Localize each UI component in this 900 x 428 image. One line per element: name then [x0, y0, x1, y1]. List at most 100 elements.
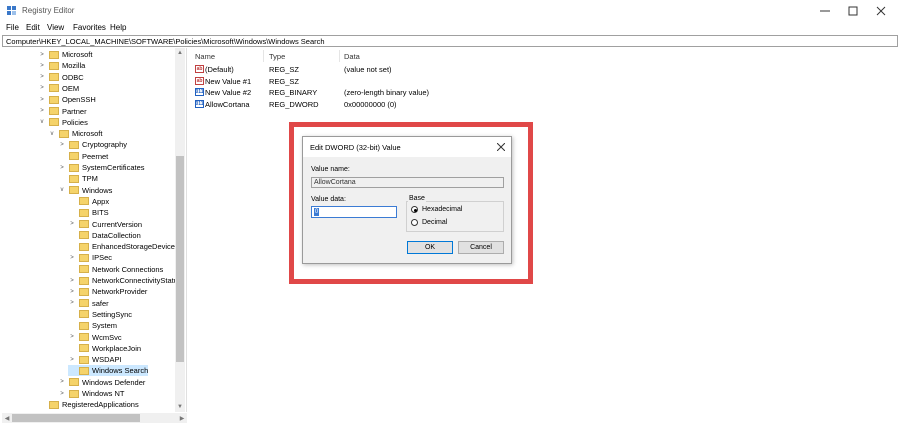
chevron-right-icon[interactable]: > — [58, 390, 66, 398]
tree-item[interactable]: BITS — [68, 207, 109, 218]
tree-item[interactable]: SettingSync — [68, 309, 132, 320]
folder-icon — [49, 107, 59, 115]
tree-item[interactable]: WorkplaceJoin — [68, 343, 141, 354]
tree-item-label: ODBC — [62, 72, 84, 82]
folder-icon — [69, 163, 79, 172]
scroll-left-icon[interactable]: ◀ — [2, 413, 12, 423]
menu-edit[interactable]: Edit — [26, 23, 40, 32]
tree-item[interactable]: > ODBC — [38, 72, 84, 83]
close-button[interactable] — [866, 0, 896, 22]
chevron-right-icon[interactable]: > — [68, 299, 76, 307]
folder-icon — [79, 231, 89, 240]
tree-item[interactable]: v Windows — [58, 185, 113, 196]
tree-item[interactable]: EnhancedStorageDevices — [68, 241, 179, 252]
tree-item[interactable]: TPM — [58, 173, 98, 184]
scrollbar-thumb[interactable] — [12, 414, 140, 422]
tree-item[interactable]: > NetworkConnectivityStatu — [68, 275, 178, 286]
value-row[interactable]: 011 AllowCortana REG_DWORD 0x00000000 (0) — [189, 98, 889, 110]
cancel-button[interactable]: Cancel — [458, 241, 504, 254]
chevron-right-icon[interactable]: > — [38, 73, 46, 81]
tree-item[interactable]: DataCollection — [68, 230, 141, 241]
value-row[interactable]: 011 New Value #2 REG_BINARY (zero-length bi… — [189, 86, 889, 98]
folder-icon — [79, 276, 89, 285]
dialog-close-button[interactable] — [495, 141, 507, 153]
tree-item[interactable]: > OEM — [38, 83, 79, 94]
value-name-cell: AllowCortana — [205, 99, 250, 109]
chevron-right-icon[interactable]: > — [68, 356, 76, 364]
value-data-cell: (zero-length binary value) — [344, 88, 430, 97]
scroll-down-icon[interactable]: ▼ — [175, 402, 185, 412]
tree-vertical-scrollbar[interactable]: ▲ ▼ — [175, 48, 185, 412]
tree-item[interactable]: > Cryptography — [58, 139, 127, 150]
chevron-right-icon[interactable]: > — [68, 277, 76, 285]
value-data-input[interactable] — [311, 206, 397, 218]
tree-item[interactable]: > IPSec — [68, 252, 112, 263]
value-row[interactable]: ab (Default) REG_SZ (value not set) — [189, 63, 889, 75]
column-divider[interactable] — [339, 50, 340, 62]
address-bar[interactable]: Computer\HKEY_LOCAL_MACHINE\SOFTWARE\Pol… — [2, 35, 898, 47]
chevron-right-icon[interactable]: > — [68, 333, 76, 341]
menu-help[interactable]: Help — [110, 23, 126, 32]
tree-item[interactable]: > Mozilla — [38, 60, 85, 71]
tree-item[interactable]: Peernet — [58, 151, 108, 162]
folder-icon — [49, 84, 59, 93]
chevron-right-icon[interactable]: > — [68, 254, 76, 262]
tree-item[interactable]: > safer — [68, 298, 108, 309]
scroll-up-icon[interactable]: ▲ — [175, 48, 185, 58]
tree-item[interactable]: > SystemCertificates — [58, 162, 144, 173]
tree-item-selected[interactable]: Windows Search — [68, 365, 149, 377]
chevron-right-icon[interactable]: > — [58, 378, 66, 386]
value-row[interactable]: ab New Value #1 REG_SZ — [189, 75, 889, 87]
chevron-down-icon[interactable]: v — [58, 186, 66, 194]
tree-item[interactable]: RegisteredApplications — [38, 399, 139, 410]
window-title: Registry Editor — [22, 6, 75, 15]
chevron-right-icon[interactable]: > — [38, 51, 46, 59]
tree-item[interactable]: > Windows Defender — [58, 377, 145, 388]
chevron-right-icon[interactable]: > — [38, 96, 46, 104]
chevron-right-icon[interactable]: > — [68, 220, 76, 228]
tree-item-label: WSDAPI — [92, 355, 122, 365]
tree-item[interactable]: v Microsoft — [48, 128, 103, 139]
scroll-right-icon[interactable]: ▶ — [177, 413, 187, 423]
chevron-right-icon[interactable]: > — [58, 141, 66, 149]
chevron-right-icon[interactable]: > — [68, 288, 76, 296]
decimal-label[interactable]: Decimal — [422, 219, 447, 226]
tree-item-label: Windows — [82, 185, 113, 195]
menu-view[interactable]: View — [47, 23, 64, 32]
tree-item[interactable]: > Microsoft — [38, 49, 92, 60]
tree-item[interactable]: > NetworkProvider — [68, 286, 147, 297]
chevron-right-icon[interactable]: > — [58, 164, 66, 172]
blank-expander — [68, 209, 76, 217]
chevron-down-icon[interactable]: v — [48, 130, 56, 138]
tree-item[interactable]: > CurrentVersion — [68, 219, 142, 230]
minimize-button[interactable] — [810, 0, 840, 22]
decimal-radio[interactable] — [411, 219, 418, 226]
chevron-right-icon[interactable]: > — [38, 107, 46, 115]
maximize-icon — [848, 6, 858, 16]
ok-button[interactable]: OK — [407, 241, 453, 254]
chevron-down-icon[interactable]: v — [38, 118, 46, 126]
menu-file[interactable]: File — [6, 23, 19, 32]
tree-item[interactable]: Network Connections — [68, 264, 163, 275]
tree-item[interactable]: > Partner — [38, 106, 86, 117]
scrollbar-thumb[interactable] — [176, 156, 184, 362]
column-header-data[interactable]: Data — [344, 52, 360, 61]
tree-horizontal-scrollbar[interactable]: ◀ ▶ — [2, 413, 187, 423]
tree-item[interactable]: > WSDAPI — [68, 354, 122, 365]
hexadecimal-radio[interactable] — [411, 206, 418, 213]
tree-item[interactable]: System — [68, 320, 117, 331]
tree-item[interactable]: v Policies — [38, 117, 88, 128]
tree-item[interactable]: > WcmSvc — [68, 332, 121, 343]
column-header-name[interactable]: Name — [195, 52, 215, 61]
chevron-right-icon[interactable]: > — [38, 62, 46, 70]
column-divider[interactable] — [263, 50, 264, 62]
tree-item[interactable]: > OpenSSH — [38, 94, 96, 105]
key-tree[interactable]: > Microsoft > Mozilla > ODBC > OEM > OpenSSH > Part… — [2, 48, 187, 412]
maximize-button[interactable] — [838, 0, 868, 22]
menu-favorites[interactable]: Favorites — [73, 23, 106, 32]
tree-item[interactable]: > Windows NT — [58, 388, 124, 399]
hexadecimal-label[interactable]: Hexadecimal — [422, 206, 462, 213]
chevron-right-icon[interactable]: > — [38, 84, 46, 92]
tree-item[interactable]: Appx — [68, 196, 109, 207]
column-header-type[interactable]: Type — [269, 52, 285, 61]
